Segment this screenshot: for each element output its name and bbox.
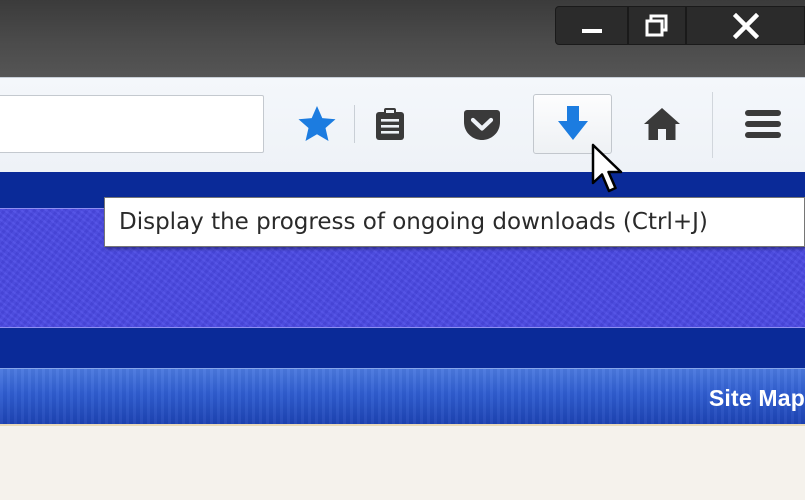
star-icon <box>298 106 336 141</box>
navigation-toolbar <box>0 77 805 172</box>
minimize-button[interactable] <box>555 6 628 45</box>
close-icon <box>732 12 759 39</box>
downloads-tooltip: Display the progress of ongoing download… <box>104 197 805 247</box>
minimize-icon <box>581 28 602 33</box>
url-bar[interactable] <box>0 95 264 153</box>
toolbar-separator <box>354 105 355 143</box>
reading-list-button[interactable] <box>360 93 420 155</box>
bookmark-star-button[interactable] <box>288 93 346 155</box>
mouse-cursor-icon <box>591 143 623 193</box>
page-body <box>0 426 805 500</box>
restore-icon <box>645 14 668 36</box>
home-icon <box>644 108 680 140</box>
pocket-button[interactable] <box>452 93 512 155</box>
page-header-band <box>0 328 805 368</box>
site-nav-strip: Site Map <box>0 368 805 426</box>
home-button[interactable] <box>632 93 692 155</box>
window-titlebar <box>0 0 805 77</box>
toolbar-separator <box>712 92 713 158</box>
site-map-link[interactable]: Site Map <box>709 385 805 412</box>
menu-button[interactable] <box>733 93 793 155</box>
reading-list-icon <box>376 108 404 140</box>
download-arrow-icon <box>557 106 588 140</box>
close-button[interactable] <box>686 6 805 45</box>
restore-button[interactable] <box>628 6 686 45</box>
pocket-icon <box>464 110 500 140</box>
hamburger-menu-icon <box>745 110 781 138</box>
